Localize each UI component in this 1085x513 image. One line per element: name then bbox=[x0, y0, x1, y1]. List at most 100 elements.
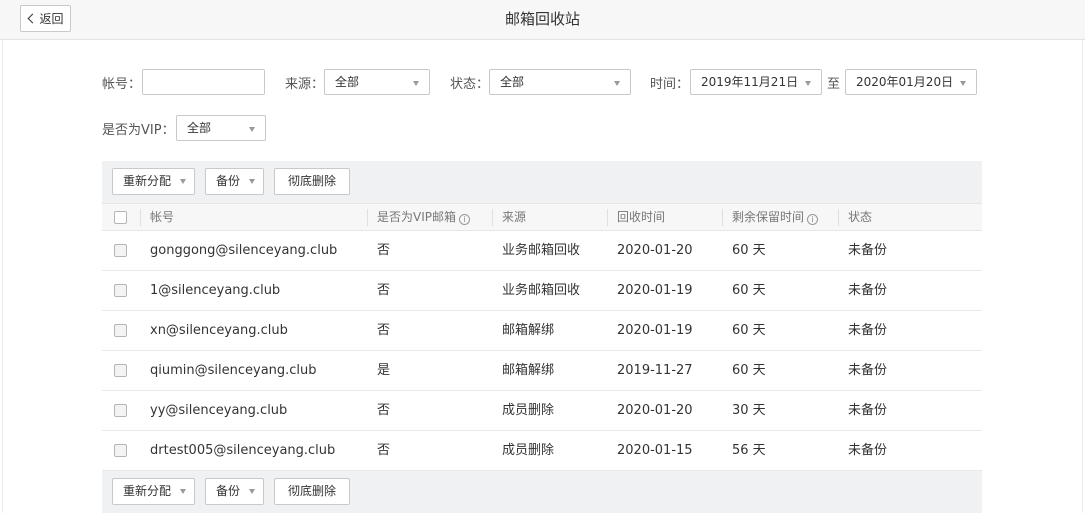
time-start-value: 2019年11月21日 bbox=[701, 75, 799, 89]
cell-vip: 否 bbox=[377, 243, 391, 258]
cell-recycle-time: 2019-11-27 bbox=[617, 363, 693, 378]
status-filter-value: 全部 bbox=[500, 75, 525, 89]
info-icon[interactable]: i bbox=[459, 214, 470, 225]
vip-filter-select[interactable]: 全部 bbox=[176, 115, 266, 141]
caret-down-icon bbox=[249, 127, 255, 132]
table-row[interactable]: gonggong@silenceyang.club 否 业务邮箱回收 2020-… bbox=[102, 231, 982, 271]
column-header-vip: 是否为VIP邮箱 i bbox=[377, 204, 470, 231]
cell-remaining: 60 天 bbox=[732, 323, 766, 338]
cell-remaining: 60 天 bbox=[732, 243, 766, 258]
top-bar: 返回 邮箱回收站 bbox=[0, 0, 1085, 40]
row-checkbox[interactable] bbox=[114, 324, 127, 337]
row-checkbox[interactable] bbox=[114, 364, 127, 377]
row-checkbox[interactable] bbox=[114, 404, 127, 417]
column-header-account: 帐号 bbox=[150, 210, 175, 224]
cell-status: 未备份 bbox=[848, 403, 888, 418]
column-divider bbox=[140, 209, 141, 226]
cell-status: 未备份 bbox=[848, 363, 888, 378]
cell-recycle-time: 2020-01-19 bbox=[617, 283, 693, 298]
info-icon[interactable]: i bbox=[807, 214, 819, 225]
source-filter-label: 来源： bbox=[285, 77, 325, 92]
backup-label: 备份 bbox=[216, 484, 241, 498]
reassign-label: 重新分配 bbox=[123, 174, 172, 188]
cell-remaining: 60 天 bbox=[732, 363, 766, 378]
cell-source: 成员删除 bbox=[502, 443, 555, 458]
caret-down-icon bbox=[805, 81, 811, 86]
cell-status: 未备份 bbox=[848, 323, 888, 338]
cell-source: 业务邮箱回收 bbox=[502, 243, 581, 258]
account-filter-input[interactable] bbox=[142, 69, 265, 95]
time-filter-label: 时间： bbox=[650, 77, 690, 92]
column-header-recycle-time: 回收时间 bbox=[617, 210, 666, 224]
row-checkbox[interactable] bbox=[114, 284, 127, 297]
select-all-checkbox[interactable] bbox=[114, 211, 127, 224]
cell-vip: 否 bbox=[377, 443, 391, 458]
caret-down-icon bbox=[249, 179, 255, 184]
cell-source: 邮箱解绑 bbox=[502, 363, 555, 378]
row-checkbox[interactable] bbox=[114, 244, 127, 257]
time-start-select[interactable]: 2019年11月21日 bbox=[690, 69, 822, 95]
status-filter-label: 状态： bbox=[450, 77, 490, 92]
table-toolbar-top: 重新分配 备份 彻底删除 bbox=[102, 161, 982, 203]
row-checkbox[interactable] bbox=[114, 444, 127, 457]
permanent-delete-button[interactable]: 彻底删除 bbox=[274, 478, 350, 505]
caret-down-icon bbox=[960, 81, 966, 86]
reassign-button[interactable]: 重新分配 bbox=[112, 478, 195, 505]
time-range-separator: 至 bbox=[827, 77, 841, 92]
cell-status: 未备份 bbox=[848, 443, 888, 458]
backup-label: 备份 bbox=[216, 174, 241, 188]
cell-account: 1@silenceyang.club bbox=[150, 283, 281, 298]
cell-source: 邮箱解绑 bbox=[502, 323, 555, 338]
table-row[interactable]: xn@silenceyang.club 否 邮箱解绑 2020-01-19 60… bbox=[102, 311, 982, 351]
cell-account: drtest005@silenceyang.club bbox=[150, 443, 336, 458]
cell-vip: 否 bbox=[377, 283, 391, 298]
cell-account: xn@silenceyang.club bbox=[150, 323, 288, 338]
caret-down-icon bbox=[249, 489, 255, 494]
page-title: 邮箱回收站 bbox=[504, 10, 580, 28]
table-header: 帐号 是否为VIP邮箱 i 来源 回收时间 剩余保留时间 i 状态 bbox=[102, 203, 982, 231]
cell-vip: 否 bbox=[377, 403, 391, 418]
account-filter-label: 帐号： bbox=[102, 77, 142, 92]
column-header-source: 来源 bbox=[502, 210, 527, 224]
caret-down-icon bbox=[413, 81, 419, 86]
column-divider bbox=[722, 209, 723, 226]
vip-filter-label: 是否为VIP： bbox=[102, 123, 175, 138]
column-divider bbox=[838, 209, 839, 226]
cell-vip: 否 bbox=[377, 323, 391, 338]
backup-button[interactable]: 备份 bbox=[205, 478, 264, 505]
source-filter-select[interactable]: 全部 bbox=[324, 69, 430, 95]
column-header-remaining-label: 剩余保留时间 bbox=[732, 210, 805, 224]
cell-remaining: 30 天 bbox=[732, 403, 766, 418]
caret-down-icon bbox=[180, 489, 186, 494]
cell-status: 未备份 bbox=[848, 243, 888, 258]
cell-account: yy@silenceyang.club bbox=[150, 403, 288, 418]
table-row[interactable]: 1@silenceyang.club 否 业务邮箱回收 2020-01-19 6… bbox=[102, 271, 982, 311]
column-divider bbox=[607, 209, 608, 226]
time-end-select[interactable]: 2020年01月20日 bbox=[845, 69, 977, 95]
reassign-button[interactable]: 重新分配 bbox=[112, 168, 195, 195]
cell-recycle-time: 2020-01-20 bbox=[617, 243, 693, 258]
recycle-table: 重新分配 备份 彻底删除 帐号 是否为VIP邮箱 i 来源 回收时间 剩余保留时间… bbox=[102, 161, 982, 513]
table-row[interactable]: qiumin@silenceyang.club 是 邮箱解绑 2019-11-2… bbox=[102, 351, 982, 391]
caret-down-icon bbox=[614, 81, 620, 86]
cell-vip: 是 bbox=[377, 363, 391, 378]
cell-account: gonggong@silenceyang.club bbox=[150, 243, 338, 258]
cell-remaining: 56 天 bbox=[732, 443, 766, 458]
cell-recycle-time: 2020-01-20 bbox=[617, 403, 693, 418]
permanent-delete-button[interactable]: 彻底删除 bbox=[274, 168, 350, 195]
reassign-label: 重新分配 bbox=[123, 484, 172, 498]
cell-source: 成员删除 bbox=[502, 403, 555, 418]
status-filter-select[interactable]: 全部 bbox=[489, 69, 631, 95]
cell-recycle-time: 2020-01-19 bbox=[617, 323, 693, 338]
column-header-vip-label: 是否为VIP邮箱 bbox=[377, 210, 456, 224]
time-end-value: 2020年01月20日 bbox=[856, 75, 954, 89]
source-filter-value: 全部 bbox=[335, 75, 360, 89]
caret-down-icon bbox=[180, 179, 186, 184]
backup-button[interactable]: 备份 bbox=[205, 168, 264, 195]
column-header-status: 状态 bbox=[848, 210, 873, 224]
table-row[interactable]: drtest005@silenceyang.club 否 成员删除 2020-0… bbox=[102, 431, 982, 471]
table-row[interactable]: yy@silenceyang.club 否 成员删除 2020-01-20 30… bbox=[102, 391, 982, 431]
column-divider bbox=[367, 209, 368, 226]
column-divider bbox=[492, 209, 493, 226]
cell-status: 未备份 bbox=[848, 283, 888, 298]
